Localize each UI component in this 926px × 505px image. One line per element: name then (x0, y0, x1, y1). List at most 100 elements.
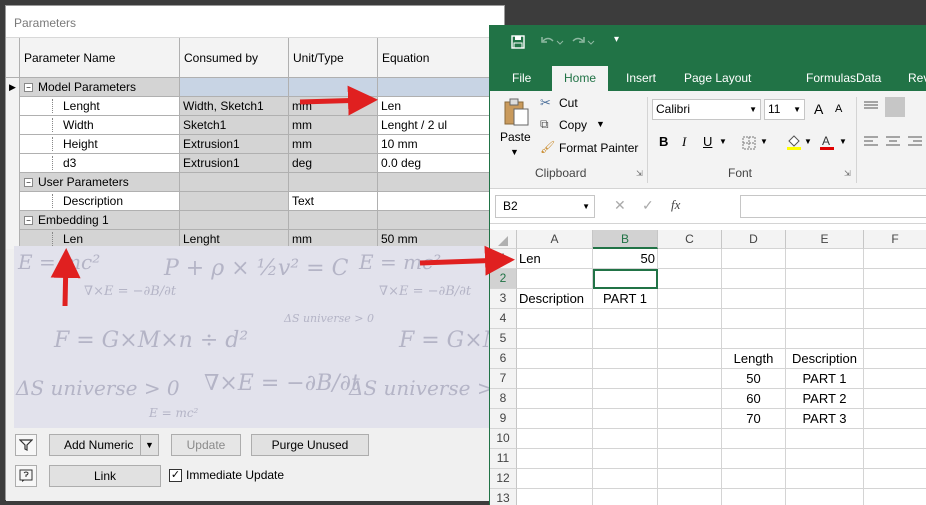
update-button[interactable]: Update (171, 434, 241, 456)
cell-d12[interactable] (722, 469, 786, 489)
unit-cell[interactable]: mm (289, 97, 378, 116)
collapse-icon[interactable]: − (24, 216, 33, 225)
unit-cell[interactable]: Text (289, 192, 378, 211)
tab-data[interactable]: Data (844, 66, 893, 91)
equation-cell[interactable]: Len (378, 97, 506, 116)
cell-e8[interactable]: PART 2 (786, 389, 864, 409)
col-unit-type[interactable]: Unit/Type (289, 38, 378, 77)
cell-e9[interactable]: PART 3 (786, 409, 864, 429)
immediate-update-checkbox[interactable]: ✓ (169, 469, 182, 482)
cell-c7[interactable] (658, 369, 722, 389)
cell-a11[interactable] (517, 449, 593, 469)
col-consumed-by[interactable]: Consumed by (180, 38, 289, 77)
insert-function-icon[interactable]: fx (671, 197, 680, 213)
cell-a8[interactable] (517, 389, 593, 409)
cell-f10[interactable] (864, 429, 926, 449)
param-name[interactable]: Height (52, 137, 98, 151)
cell-d6[interactable]: Length (722, 349, 786, 369)
collapse-icon[interactable]: − (24, 178, 33, 187)
cell-a7[interactable] (517, 369, 593, 389)
cell-e5[interactable] (786, 329, 864, 349)
cell-a5[interactable] (517, 329, 593, 349)
copy-button[interactable]: Copy (559, 118, 587, 132)
cell-f7[interactable] (864, 369, 926, 389)
table-row[interactable]: − User Parameters (6, 173, 506, 192)
table-row[interactable]: d3 Extrusion1 deg 0.0 deg (6, 154, 506, 173)
row-header[interactable]: 2 (490, 269, 517, 289)
cell-a10[interactable] (517, 429, 593, 449)
add-numeric-button[interactable]: Add Numeric ▼ (49, 434, 159, 456)
cell-d2[interactable] (722, 269, 786, 289)
cancel-icon[interactable]: ✕ (614, 197, 626, 214)
align-right-icon[interactable] (908, 136, 922, 148)
align-left-icon[interactable] (864, 136, 878, 148)
col-parameter-name[interactable]: Parameter Name (20, 38, 180, 77)
cell-b7[interactable] (593, 369, 658, 389)
cell-c8[interactable] (658, 389, 722, 409)
grow-font-icon[interactable]: A (814, 101, 823, 117)
row-header[interactable]: 11 (490, 449, 517, 469)
cell-c13[interactable] (658, 489, 722, 505)
table-row[interactable]: − Embedding 1 (6, 211, 506, 230)
cell-d1[interactable] (722, 249, 786, 269)
cell-b8[interactable] (593, 389, 658, 409)
cell-a6[interactable] (517, 349, 593, 369)
param-name[interactable]: Width (52, 118, 94, 132)
cell-d7[interactable]: 50 (722, 369, 786, 389)
cell-f9[interactable] (864, 409, 926, 429)
column-header-f[interactable]: F (864, 230, 926, 249)
filter-icon[interactable] (15, 434, 37, 456)
chevron-down-icon[interactable]: ▼ (839, 137, 847, 146)
row-header[interactable]: 8 (490, 389, 517, 409)
cell-c12[interactable] (658, 469, 722, 489)
cell-f11[interactable] (864, 449, 926, 469)
chevron-down-icon[interactable]: ▼ (804, 137, 812, 146)
column-header-e[interactable]: E (786, 230, 864, 249)
cell-b13[interactable] (593, 489, 658, 505)
align-top-icon[interactable] (864, 101, 878, 111)
cell-f2[interactable] (864, 269, 926, 289)
save-icon[interactable] (511, 35, 525, 49)
cell-e2[interactable] (786, 269, 864, 289)
cell-d8[interactable]: 60 (722, 389, 786, 409)
table-row[interactable]: Description Text (6, 192, 506, 211)
cell-c2[interactable] (658, 269, 722, 289)
column-header-d[interactable]: D (722, 230, 786, 249)
redo-icon[interactable] (572, 35, 596, 49)
equation-cell[interactable] (378, 78, 506, 97)
param-name[interactable]: Lenght (52, 99, 100, 113)
table-row[interactable]: Height Extrusion1 mm 10 mm (6, 135, 506, 154)
row-header[interactable]: 5 (490, 329, 517, 349)
cell-a1[interactable]: Len (517, 249, 593, 269)
formula-input[interactable] (740, 195, 926, 218)
cell-d9[interactable]: 70 (722, 409, 786, 429)
link-button[interactable]: Link (49, 465, 161, 487)
chevron-down-icon[interactable]: ▼ (140, 435, 158, 455)
cell-b6[interactable] (593, 349, 658, 369)
cell-f6[interactable] (864, 349, 926, 369)
column-header-c[interactable]: C (658, 230, 722, 249)
cell-c5[interactable] (658, 329, 722, 349)
bold-button[interactable]: B (659, 134, 668, 149)
cell-e10[interactable] (786, 429, 864, 449)
cell-c1[interactable] (658, 249, 722, 269)
cell-e13[interactable] (786, 489, 864, 505)
cell-b5[interactable] (593, 329, 658, 349)
cell-c10[interactable] (658, 429, 722, 449)
cell-b1[interactable]: 50 (593, 249, 658, 269)
cell-f13[interactable] (864, 489, 926, 505)
borders-icon[interactable] (742, 136, 756, 150)
cell-d11[interactable] (722, 449, 786, 469)
align-center-icon[interactable] (886, 136, 900, 148)
row-header[interactable]: 1 (490, 249, 517, 269)
row-header[interactable]: 9 (490, 409, 517, 429)
table-row[interactable]: Lenght Width, Sketch1 mm Len (6, 97, 506, 116)
cell-c4[interactable] (658, 309, 722, 329)
shrink-font-icon[interactable]: A (835, 103, 842, 115)
row-header[interactable]: 4 (490, 309, 517, 329)
cell-a9[interactable] (517, 409, 593, 429)
cell-b3[interactable]: PART 1 (593, 289, 658, 309)
cell-a3[interactable]: Description (517, 289, 593, 309)
row-header[interactable]: 12 (490, 469, 517, 489)
name-box[interactable]: B2 ▼ (495, 195, 595, 218)
